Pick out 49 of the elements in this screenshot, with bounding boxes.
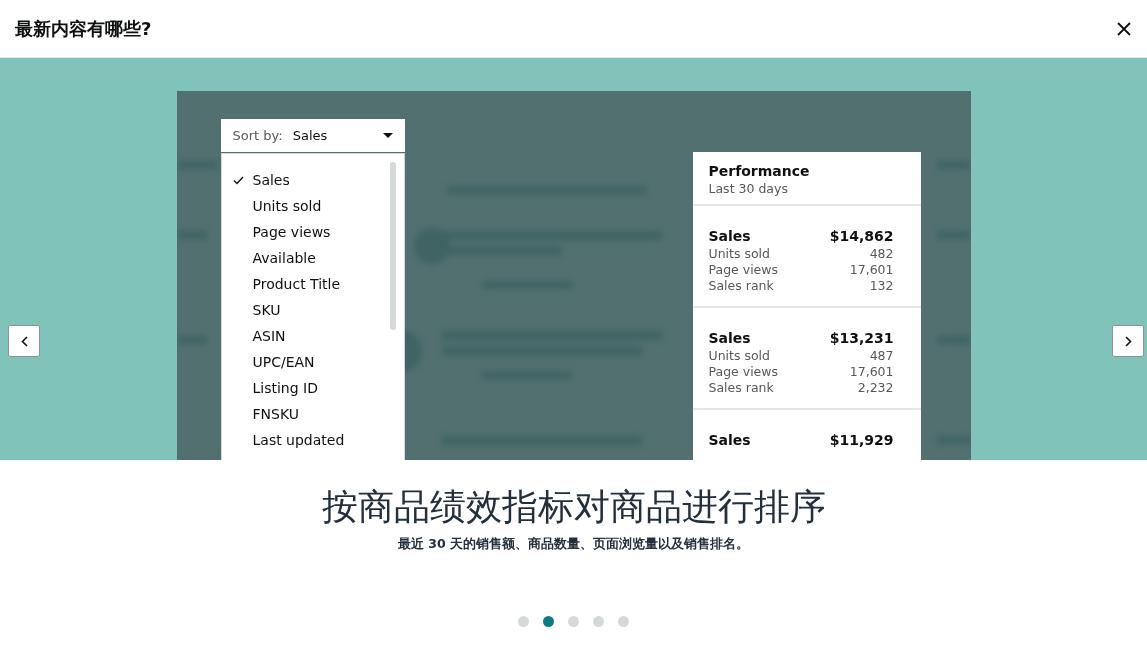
stat-value: 17,601 bbox=[849, 262, 894, 278]
stat-label: Units sold bbox=[708, 348, 770, 364]
pager-dot[interactable] bbox=[543, 616, 554, 627]
stat-label: Page views bbox=[708, 364, 779, 380]
sort-option[interactable]: Sales bbox=[221, 167, 404, 193]
metric-value: $14,862 bbox=[829, 227, 894, 246]
pager-dot[interactable] bbox=[618, 616, 629, 627]
pager-dot[interactable] bbox=[593, 616, 604, 627]
dialog-title: 最新内容有哪些? bbox=[15, 16, 152, 41]
sort-value: Sales bbox=[292, 128, 329, 143]
sort-option[interactable]: Units sold bbox=[221, 193, 404, 219]
previous-button[interactable] bbox=[8, 325, 40, 357]
slide-heading: 按商品绩效指标对商品进行排序 bbox=[321, 485, 826, 529]
sort-dropdown[interactable]: Sort by: Sales bbox=[220, 119, 405, 152]
stat-label: Units sold bbox=[708, 246, 770, 262]
stat-value: 17,601 bbox=[849, 364, 894, 380]
stat-value: 2,232 bbox=[857, 380, 894, 396]
metric-label: Sales bbox=[708, 329, 751, 348]
close-button[interactable] bbox=[1115, 19, 1133, 38]
stat-value: 482 bbox=[869, 246, 894, 262]
caret-icon bbox=[382, 133, 393, 138]
stat-value: 487 bbox=[869, 348, 894, 364]
sort-label: Sort by: bbox=[232, 128, 283, 143]
metric-value: $11,929 bbox=[829, 431, 894, 450]
metric-label: Sales bbox=[708, 227, 751, 246]
sort-option[interactable]: Available bbox=[221, 245, 404, 271]
stat-value: 132 bbox=[869, 278, 894, 294]
slide-description: 最近 30 天的销售额、商品数量、页面浏览量以及销售排名。 bbox=[397, 536, 750, 553]
sort-option[interactable]: Product Title bbox=[221, 271, 404, 297]
chevron-left-icon bbox=[20, 335, 28, 347]
sort-option[interactable]: UPC/EAN bbox=[221, 349, 404, 375]
pager-dot[interactable] bbox=[518, 616, 529, 627]
sort-option[interactable]: Listing ID bbox=[221, 375, 404, 401]
pager-dot[interactable] bbox=[568, 616, 579, 627]
card-subtitle: Last 30 days bbox=[708, 181, 789, 196]
metric-label: Sales bbox=[708, 431, 751, 450]
next-button[interactable] bbox=[1112, 325, 1144, 357]
stat-label: Page views bbox=[708, 262, 779, 278]
sort-option[interactable]: SKU bbox=[221, 297, 404, 323]
stat-label: Sales rank bbox=[708, 380, 774, 396]
sort-option[interactable]: ASIN bbox=[221, 323, 404, 349]
chevron-right-icon bbox=[1124, 335, 1132, 347]
sort-option[interactable]: Page views bbox=[221, 219, 404, 245]
close-icon bbox=[1117, 21, 1131, 36]
sort-option[interactable]: Last updated bbox=[221, 427, 404, 453]
sort-option[interactable]: FNSKU bbox=[221, 401, 404, 427]
metric-value: $13,231 bbox=[829, 329, 894, 348]
card-title: Performance bbox=[708, 163, 811, 179]
stat-label: Sales rank bbox=[708, 278, 774, 294]
